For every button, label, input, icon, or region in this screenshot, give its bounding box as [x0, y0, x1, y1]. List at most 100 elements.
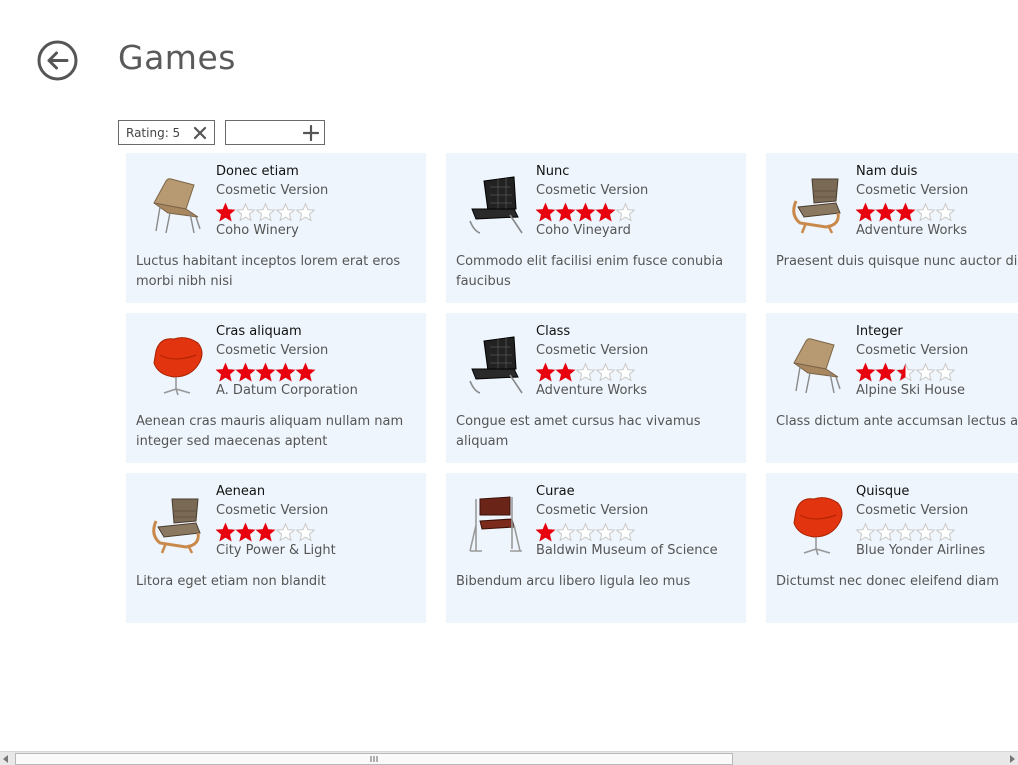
- item-card[interactable]: Aenean Cosmetic Version City Power & Light…: [126, 473, 426, 623]
- star-rating: [856, 523, 956, 542]
- item-card[interactable]: Cras aliquam Cosmetic Version A. Datum Cor…: [126, 313, 426, 463]
- star-rating: [856, 363, 956, 382]
- item-maker: Adventure Works: [536, 383, 648, 398]
- star-icon: [275, 203, 296, 222]
- item-title: Integer: [856, 324, 903, 339]
- star-icon: [295, 203, 316, 222]
- item-description: Commodo elit facilisi enim fusce conubia…: [456, 254, 724, 289]
- item-card[interactable]: Nam duis Cosmetic Version Adventure Works P…: [766, 153, 1018, 303]
- star-rating: [216, 523, 316, 542]
- remove-filter-icon[interactable]: [191, 124, 209, 142]
- star-icon: [595, 363, 616, 382]
- item-subtitle: Cosmetic Version: [856, 343, 969, 358]
- star-icon: [235, 523, 256, 542]
- grip-icon: [370, 756, 378, 762]
- item-title: Nam duis: [856, 164, 918, 179]
- star-icon: [856, 363, 876, 382]
- star-icon: [295, 363, 316, 382]
- black-leather-chair-image: [469, 176, 523, 234]
- item-card[interactable]: Curae Cosmetic Version Baldwin Museum of S…: [446, 473, 746, 623]
- item-card[interactable]: Class Cosmetic Version Adventure Works Cong…: [446, 313, 746, 463]
- item-maker: Blue Yonder Airlines: [856, 543, 986, 558]
- item-card[interactable]: Quisque Cosmetic Version Blue Yonder Airli…: [766, 473, 1018, 623]
- rating-filter-label: Rating: 5: [126, 125, 181, 140]
- red-swan-chair-image: [793, 497, 843, 555]
- star-icon: [555, 363, 576, 382]
- item-grid: Donec etiam Cosmetic Version Coho Winery Lu…: [126, 153, 1018, 623]
- item-maker: Coho Winery: [216, 223, 299, 238]
- rating-filter-chip[interactable]: Rating: 5: [118, 120, 215, 145]
- star-icon: [856, 523, 876, 542]
- star-rating: [856, 203, 956, 222]
- star-rating: [216, 363, 316, 382]
- star-icon: [935, 523, 956, 542]
- black-leather-chair-image: [469, 336, 523, 394]
- star-icon: [875, 203, 896, 222]
- scroll-left-arrow-icon[interactable]: [2, 755, 10, 763]
- star-icon: [555, 203, 576, 222]
- page-title: Games: [118, 38, 236, 77]
- item-subtitle: Cosmetic Version: [536, 183, 649, 198]
- back-button[interactable]: [37, 40, 78, 81]
- item-subtitle: Cosmetic Version: [216, 343, 329, 358]
- item-card[interactable]: Integer Cosmetic Version Alpine Ski House C…: [766, 313, 1018, 463]
- item-title: Cras aliquam: [216, 324, 302, 339]
- item-subtitle: Cosmetic Version: [856, 183, 969, 198]
- star-icon: [216, 363, 236, 382]
- horizontal-scrollbar[interactable]: [0, 751, 1018, 765]
- item-title: Curae: [536, 484, 575, 499]
- star-icon: [255, 203, 276, 222]
- item-maker: Baldwin Museum of Science: [536, 543, 718, 558]
- scroll-right-arrow-icon[interactable]: [1008, 755, 1016, 763]
- item-description: Litora eget etiam non blandit: [136, 574, 326, 589]
- star-icon: [856, 203, 876, 222]
- star-icon: [915, 523, 936, 542]
- star-icon: [555, 523, 576, 542]
- scrollbar-thumb[interactable]: [15, 753, 733, 765]
- star-icon: [536, 363, 556, 382]
- brown-sling-chair-image: [469, 496, 522, 552]
- item-title: Aenean: [216, 484, 266, 499]
- item-description: Luctus habitant inceptos lorem erat eros…: [136, 254, 401, 289]
- star-icon: [915, 203, 936, 222]
- star-icon: [235, 363, 256, 382]
- item-maker: Alpine Ski House: [856, 383, 966, 398]
- item-maker: Adventure Works: [856, 223, 968, 238]
- star-icon: [255, 523, 276, 542]
- item-subtitle: Cosmetic Version: [856, 503, 969, 518]
- item-card[interactable]: Nunc Cosmetic Version Coho Vineyard Commodo…: [446, 153, 746, 303]
- item-card[interactable]: Donec etiam Cosmetic Version Coho Winery Lu…: [126, 153, 426, 303]
- star-icon: [935, 203, 956, 222]
- item-description: Dictumst nec donec eleifend diam: [776, 574, 999, 589]
- star-icon: [275, 363, 296, 382]
- item-description: Bibendum arcu libero ligula leo mus: [456, 574, 691, 589]
- star-rating: [536, 203, 636, 222]
- item-subtitle: Cosmetic Version: [536, 343, 649, 358]
- tan-lounge-chair-image: [153, 178, 201, 234]
- back-arrow-icon: [37, 40, 78, 81]
- star-icon: [575, 203, 596, 222]
- star-icon: [235, 203, 256, 222]
- star-icon: [935, 363, 956, 382]
- add-filter-button[interactable]: [225, 120, 325, 145]
- item-description: Class dictum ante accumsan lectus alique…: [776, 414, 1018, 429]
- item-subtitle: Cosmetic Version: [216, 503, 329, 518]
- star-icon: [295, 523, 316, 542]
- tan-lounge-chair-image: [793, 338, 841, 394]
- star-icon: [875, 363, 896, 382]
- star-icon: [895, 203, 916, 222]
- star-icon: [915, 363, 936, 382]
- item-subtitle: Cosmetic Version: [216, 183, 329, 198]
- star-icon: [615, 523, 636, 542]
- star-icon: [895, 523, 916, 542]
- star-icon: [255, 363, 276, 382]
- plus-icon: [303, 124, 319, 141]
- item-title: Nunc: [536, 164, 570, 179]
- item-maker: A. Datum Corporation: [216, 383, 358, 398]
- item-title: Donec etiam: [216, 164, 299, 179]
- item-description: Aenean cras mauris aliquam nullam nam in…: [136, 414, 404, 449]
- bentwood-armchair-image: [152, 498, 201, 554]
- star-icon: [216, 203, 236, 222]
- red-swan-chair-image: [153, 337, 203, 395]
- star-icon: [875, 523, 896, 542]
